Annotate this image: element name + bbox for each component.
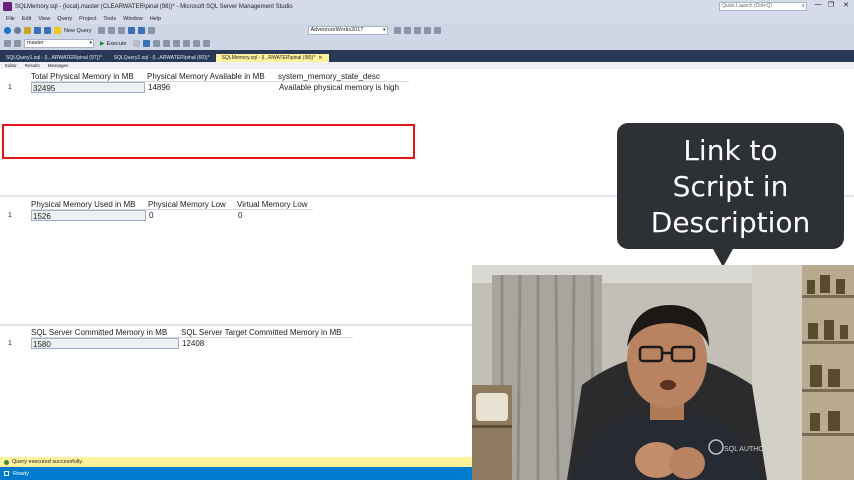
callout-tail (712, 247, 734, 267)
grid-cell[interactable]: 12408 (181, 338, 353, 349)
standard-toolbar: New Query AdventureWorks2017 ▾ (0, 24, 854, 37)
shirt-logo-text: SQL AUTHORITY (724, 446, 780, 453)
presenter-video-frame: SQL AUTHORITY (472, 265, 854, 480)
query-status-text: Query executed successfully. (12, 459, 84, 465)
menu-query[interactable]: Query (57, 16, 72, 22)
tab-results[interactable]: Results (25, 63, 40, 68)
restore-button[interactable]: ❐ (825, 1, 837, 9)
tab-messages[interactable]: Messages (48, 63, 69, 68)
solution-explorer-icon[interactable] (393, 27, 401, 34)
status-icon (4, 471, 9, 476)
open-folder-icon[interactable] (24, 27, 31, 34)
undo-icon[interactable] (127, 27, 135, 34)
menu-project[interactable]: Project (79, 16, 96, 22)
callout-line: Script in (672, 170, 789, 203)
tab-editor[interactable]: Editor (5, 63, 17, 68)
indent-icon[interactable] (202, 40, 210, 47)
save-all-icon[interactable] (44, 27, 51, 34)
result-tabs: Editor Results Messages (0, 62, 854, 69)
forward-icon[interactable] (14, 27, 21, 34)
highlight-box (2, 124, 415, 159)
cut-icon[interactable] (97, 27, 105, 34)
debug-icon[interactable] (147, 27, 155, 34)
callout-line: Description (650, 206, 811, 239)
search-icon: ⌕ (801, 3, 805, 9)
menu-help[interactable]: Help (150, 16, 161, 22)
quick-launch-input[interactable]: Quick Launch (Ctrl+Q) ⌕ (719, 2, 807, 11)
execute-button[interactable]: Execute (107, 41, 127, 47)
copy-icon[interactable] (107, 27, 115, 34)
callout-text: Link to Script in Description (617, 133, 844, 241)
connect-icon[interactable] (4, 40, 11, 47)
display-plan-icon[interactable] (152, 40, 160, 47)
back-icon[interactable] (4, 27, 11, 34)
chevron-down-icon: ▾ (383, 27, 386, 33)
close-button[interactable]: ✕ (840, 1, 852, 9)
save-icon[interactable] (34, 27, 41, 34)
comment-icon[interactable] (192, 40, 200, 47)
row-number: 1 (8, 212, 12, 219)
tab-label: SQLQuery1.sql - (l...ARWATER\pinal (97))… (6, 55, 102, 61)
menu-window[interactable]: Window (123, 16, 143, 22)
grid-cell[interactable]: 1526 (31, 210, 146, 221)
minimize-button[interactable]: — (812, 1, 824, 8)
menu-tools[interactable]: Tools (103, 16, 116, 22)
cancel-query-icon[interactable] (132, 40, 140, 47)
new-query-button[interactable]: New Query (64, 28, 92, 34)
grid-cell[interactable]: Available physical memory is high (278, 82, 408, 93)
callout-line: Link to (683, 134, 778, 167)
tab-label: SQLQuery2.sql - (l...ARWATER\pinal (60))… (113, 55, 210, 61)
results-to-text-icon[interactable] (182, 40, 190, 47)
menu-view[interactable]: View (38, 16, 50, 22)
new-query-icon[interactable] (54, 27, 61, 34)
close-icon[interactable]: ✕ (318, 55, 322, 61)
sql-editor-toolbar: master ▾ ▶ Execute (0, 37, 854, 50)
results-to-grid-icon[interactable] (172, 40, 180, 47)
grid-cell[interactable]: 1580 (31, 338, 179, 349)
grid-cell[interactable]: 0 (148, 210, 235, 221)
document-tabs: SQLQuery1.sql - (l...ARWATER\pinal (97))… (0, 54, 854, 62)
execute-icon[interactable]: ▶ (100, 40, 105, 47)
window-title: SQLMemory.sql - (local).master (CLEARWAT… (15, 3, 293, 10)
row-number: 1 (8, 340, 12, 347)
grid-cell[interactable]: 14896 (147, 82, 276, 93)
tab-sqlmemory[interactable]: SQLMemory.sql - (l...RWATER\pinal (98))*… (215, 54, 329, 62)
database-combo[interactable]: AdventureWorks2017 ▾ (307, 26, 388, 35)
object-explorer-icon[interactable] (413, 27, 421, 34)
success-icon (4, 459, 9, 465)
db-selector-combo[interactable]: master ▾ (24, 39, 94, 48)
menu-bar: File Edit View Query Project Tools Windo… (0, 13, 854, 24)
query-designer-icon[interactable] (162, 40, 170, 47)
toolbox-icon[interactable] (423, 27, 431, 34)
menu-edit[interactable]: Edit (22, 16, 31, 22)
menu-file[interactable]: File (6, 16, 15, 22)
database-combo-value: AdventureWorks2017 (310, 27, 364, 33)
ssms-window: SQLMemory.sql - (local).master (CLEARWAT… (0, 0, 854, 480)
tab-sqlquery2[interactable]: SQLQuery2.sql - (l...ARWATER\pinal (60))… (108, 54, 216, 62)
app-status-text: Ready (13, 470, 29, 477)
chevron-down-icon: ▾ (89, 40, 92, 46)
redo-icon[interactable] (137, 27, 145, 34)
grid-cell[interactable]: 32495 (31, 82, 145, 93)
quick-launch-placeholder: Quick Launch (Ctrl+Q) (722, 3, 772, 9)
db-selector-value: master (27, 40, 44, 46)
paste-icon[interactable] (117, 27, 125, 34)
template-icon[interactable] (433, 27, 441, 34)
ssms-logo-icon (3, 2, 12, 11)
webcam-overlay: SQL AUTHORITY (472, 265, 854, 480)
parse-icon[interactable] (142, 40, 150, 47)
grid-cell[interactable]: 0 (237, 210, 313, 221)
tab-sqlquery1[interactable]: SQLQuery1.sql - (l...ARWATER\pinal (97))… (0, 54, 108, 62)
change-connection-icon[interactable] (14, 40, 21, 47)
row-number: 1 (8, 84, 12, 91)
tab-label: SQLMemory.sql - (l...RWATER\pinal (98))* (221, 55, 316, 61)
properties-icon[interactable] (403, 27, 411, 34)
